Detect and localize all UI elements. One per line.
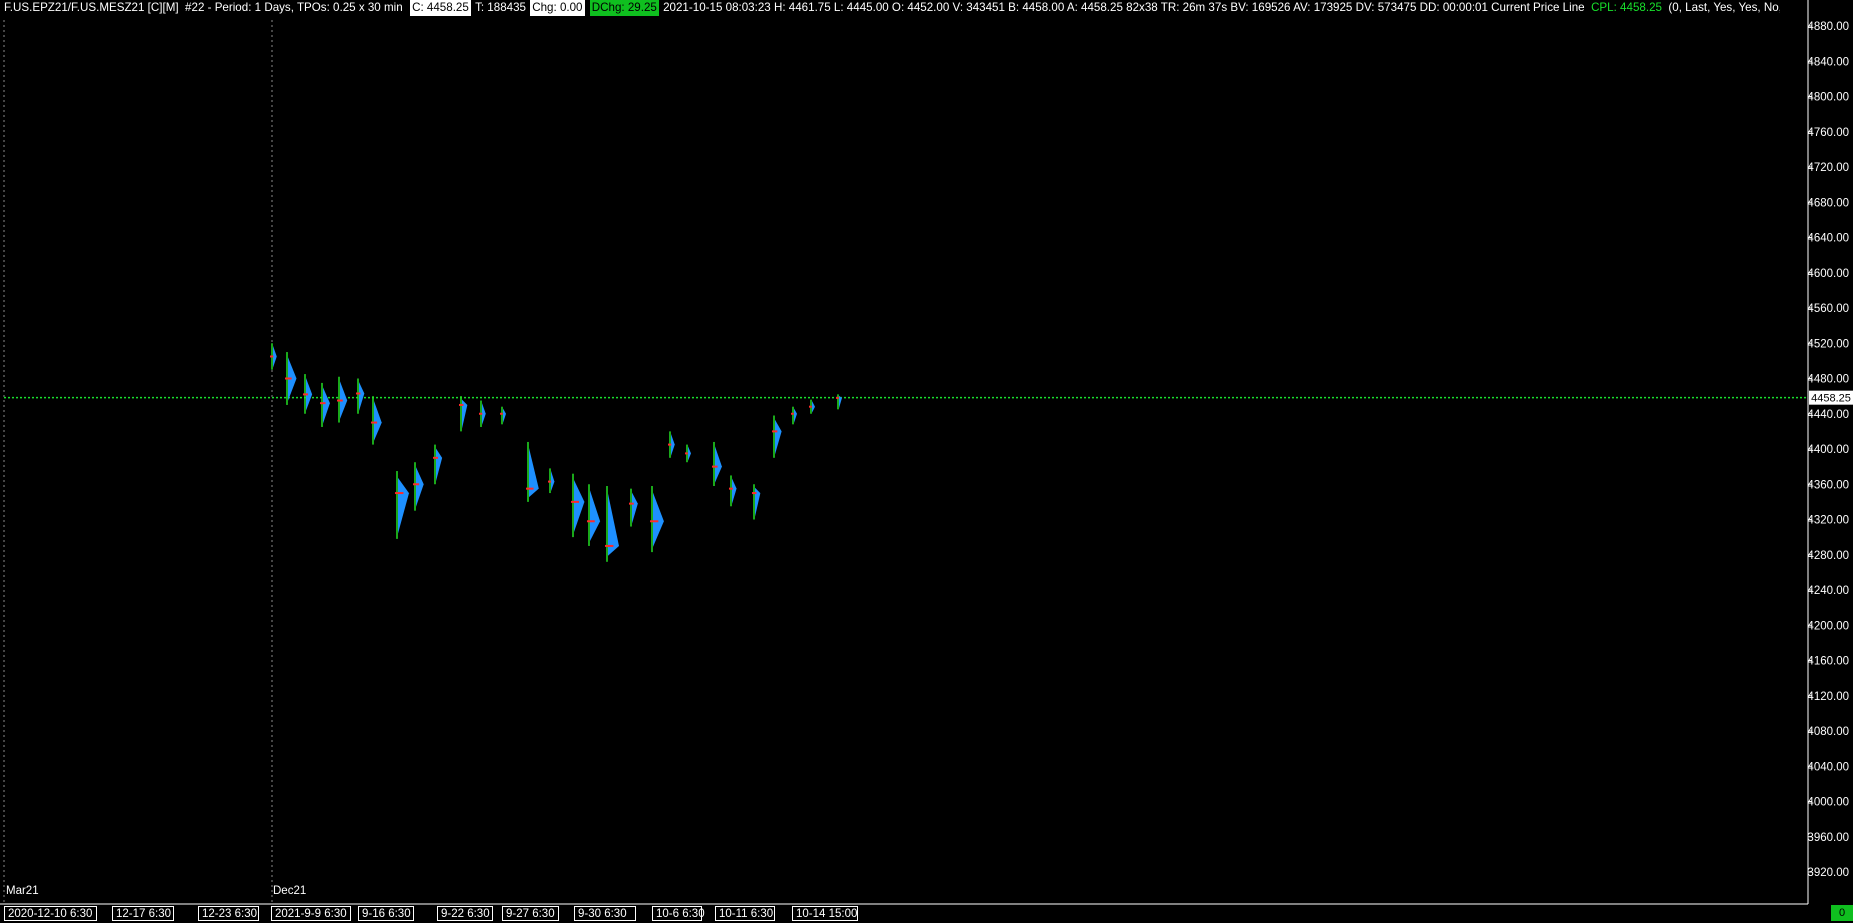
profile-poc-mark xyxy=(729,487,733,490)
profile-distribution xyxy=(574,480,585,533)
y-tick-label: 4800.00 xyxy=(1807,92,1849,104)
profile-distribution xyxy=(503,408,506,423)
date-label: 2020-12-10 6:30 xyxy=(4,906,97,921)
date-label: 10-6 6:30 xyxy=(652,906,705,921)
profile-distribution xyxy=(436,448,443,482)
profile-poc-mark xyxy=(337,399,343,402)
y-tick-label: 4720.00 xyxy=(1807,162,1849,174)
y-tick-label: 4200.00 xyxy=(1807,620,1849,632)
profile-distribution xyxy=(653,492,664,547)
profile-distribution xyxy=(671,434,675,456)
y-tick-label: 4000.00 xyxy=(1807,797,1849,809)
date-label: 10-14 15:00 xyxy=(792,906,858,921)
y-tick-label: 4640.00 xyxy=(1807,233,1849,245)
y-tick-label: 4840.00 xyxy=(1807,56,1849,68)
profile-distribution xyxy=(732,478,737,504)
profile-distribution xyxy=(482,403,486,425)
profile-poc-mark xyxy=(479,412,483,415)
y-tick-label: 4560.00 xyxy=(1807,303,1849,315)
profile-distribution xyxy=(374,400,382,441)
profile-distribution xyxy=(323,387,330,424)
date-label: 10-11 6:30 xyxy=(715,906,775,921)
profile-poc-mark xyxy=(605,544,614,547)
profile-distribution xyxy=(688,446,691,461)
y-tick-label: 4320.00 xyxy=(1807,515,1849,527)
profile-distribution xyxy=(273,345,277,368)
y-tick-label: 4040.00 xyxy=(1807,761,1849,773)
corner-badge: 0 xyxy=(1831,905,1853,921)
y-tick-label: 4480.00 xyxy=(1807,374,1849,386)
profile-poc-mark xyxy=(548,480,552,483)
profile-poc-mark xyxy=(320,402,326,405)
contract-label-dec21: Dec21 xyxy=(273,885,307,897)
y-tick-label: 4080.00 xyxy=(1807,726,1849,738)
current-price-label: 4458.25 xyxy=(1811,393,1851,405)
profile-poc-mark xyxy=(772,430,778,433)
profile-poc-mark xyxy=(836,396,839,399)
profile-poc-mark xyxy=(270,355,274,358)
profile-poc-mark xyxy=(395,492,404,495)
profile-distribution xyxy=(359,382,365,411)
y-tick-label: 4360.00 xyxy=(1807,479,1849,491)
profile-poc-mark xyxy=(587,520,595,523)
y-tick-label: 4760.00 xyxy=(1807,127,1849,139)
y-tick-label: 4680.00 xyxy=(1807,197,1849,209)
profile-poc-mark xyxy=(285,377,292,380)
profile-poc-mark xyxy=(752,492,757,495)
y-tick-label: 4880.00 xyxy=(1807,21,1849,33)
profile-poc-mark xyxy=(668,443,672,446)
profile-poc-mark xyxy=(712,465,718,468)
profile-poc-mark xyxy=(809,405,812,408)
date-label: 9-30 6:30 xyxy=(574,906,636,921)
y-tick-label: 4120.00 xyxy=(1807,691,1849,703)
profile-distribution xyxy=(839,395,842,409)
profile-distribution xyxy=(632,492,638,524)
profile-distribution xyxy=(794,408,797,423)
profile-distribution xyxy=(398,477,409,534)
profile-distribution xyxy=(529,447,539,498)
profile-distribution xyxy=(590,490,601,542)
date-label: 9-22 6:30 xyxy=(437,906,493,921)
date-label: 12-23 6:30 xyxy=(198,906,259,921)
date-label: 2021-9-9 6:30 xyxy=(271,906,351,921)
y-tick-label: 4240.00 xyxy=(1807,585,1849,597)
profile-poc-mark xyxy=(650,520,659,523)
y-tick-label: 4600.00 xyxy=(1807,268,1849,280)
profile-poc-mark xyxy=(685,452,688,455)
profile-distribution xyxy=(551,470,555,492)
date-label: 12-17 6:30 xyxy=(112,906,174,921)
profile-poc-mark xyxy=(413,483,420,486)
profile-distribution xyxy=(715,446,722,483)
profile-poc-mark xyxy=(571,500,579,503)
y-tick-label: 4400.00 xyxy=(1807,444,1849,456)
y-tick-label: 3960.00 xyxy=(1807,832,1849,844)
y-tick-label: 4160.00 xyxy=(1807,656,1849,668)
profile-distribution xyxy=(812,401,815,413)
market-profile-chart[interactable]: 4880.00 4840.00 4800.00 4760.00 4720.00 4680.… xyxy=(0,0,1853,923)
date-label: 9-16 6:30 xyxy=(358,906,414,921)
profile-poc-mark xyxy=(303,393,308,396)
profile-poc-mark xyxy=(371,421,378,424)
profile-poc-mark xyxy=(356,392,361,395)
y-tick-label: 3920.00 xyxy=(1807,867,1849,879)
profile-distribution xyxy=(775,419,782,455)
contract-label-mar21: Mar21 xyxy=(6,885,39,897)
y-tick-label: 4440.00 xyxy=(1807,409,1849,421)
y-tick-label: 4520.00 xyxy=(1807,338,1849,350)
profile-poc-mark xyxy=(629,502,634,505)
profile-poc-mark xyxy=(433,456,438,459)
date-label: 9-27 6:30 xyxy=(502,906,559,921)
date-axis[interactable]: 2020-12-10 6:30 12-17 6:30 12-23 6:30 2021-… xyxy=(0,905,1853,923)
profile-distribution xyxy=(416,467,424,507)
profile-poc-mark xyxy=(459,403,464,406)
profile-poc-mark xyxy=(791,412,794,415)
profile-poc-mark xyxy=(526,487,534,490)
y-tick-label: 4280.00 xyxy=(1807,550,1849,562)
profile-poc-mark xyxy=(500,412,503,415)
